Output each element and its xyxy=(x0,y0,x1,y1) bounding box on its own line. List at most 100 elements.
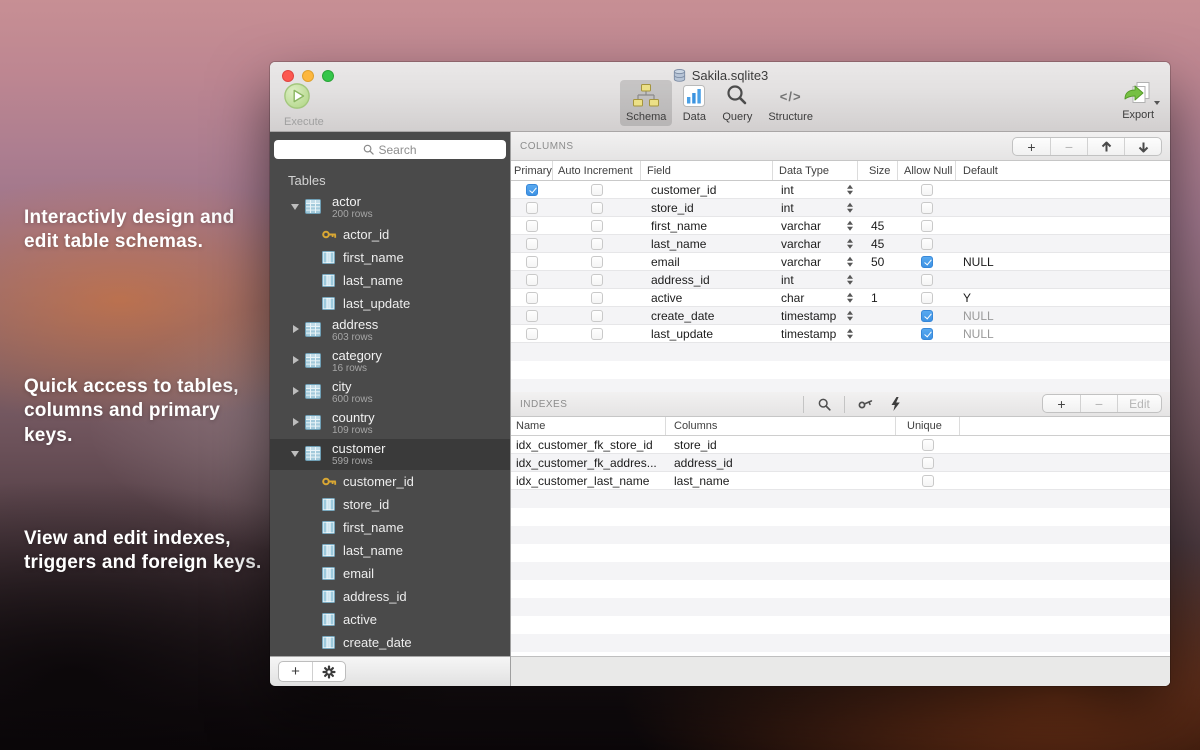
disclosure-triangle[interactable] xyxy=(293,418,299,426)
disclosure-triangle[interactable] xyxy=(293,387,299,395)
column-name: customer_id xyxy=(343,474,414,489)
data-type-stepper[interactable] xyxy=(847,220,853,231)
foreign-keys-button[interactable] xyxy=(854,398,876,411)
unique-checkbox[interactable] xyxy=(922,457,934,469)
data-type-stepper[interactable] xyxy=(847,274,853,285)
disclosure-triangle[interactable] xyxy=(293,325,299,333)
auto-increment-checkbox[interactable] xyxy=(591,292,603,304)
indexes-panel-title: INDEXES xyxy=(511,399,567,410)
data-type-stepper[interactable] xyxy=(847,238,853,249)
remove-column-button[interactable]: − xyxy=(1050,138,1087,155)
auto-increment-checkbox[interactable] xyxy=(591,274,603,286)
auto-increment-checkbox[interactable] xyxy=(591,238,603,250)
primary-checkbox[interactable] xyxy=(526,184,538,196)
auto-increment-checkbox[interactable] xyxy=(591,310,603,322)
sidebar-column-item[interactable]: create_date xyxy=(270,631,510,654)
add-table-button[interactable]: + xyxy=(279,662,312,681)
auto-increment-checkbox[interactable] xyxy=(591,220,603,232)
primary-checkbox[interactable] xyxy=(526,274,538,286)
sidebar-column-item[interactable]: actor_id xyxy=(270,223,510,246)
tab-structure[interactable]: </> Structure xyxy=(762,80,819,126)
columns-table-row[interactable]: address_id int xyxy=(511,271,1170,289)
header-index-name: Name xyxy=(511,417,666,435)
columns-table-row[interactable]: last_update timestamp NULL xyxy=(511,325,1170,343)
sidebar-column-item[interactable]: first_name xyxy=(270,516,510,539)
move-column-down-button[interactable] xyxy=(1124,138,1161,155)
data-type-stepper[interactable] xyxy=(847,184,853,195)
sidebar-column-item[interactable]: store_id xyxy=(270,493,510,516)
allow-null-checkbox[interactable] xyxy=(921,238,933,250)
data-type-stepper[interactable] xyxy=(847,310,853,321)
sidebar-settings-button[interactable] xyxy=(312,662,345,681)
primary-checkbox[interactable] xyxy=(526,256,538,268)
sidebar-column-item[interactable]: active xyxy=(270,608,510,631)
sidebar-table-item[interactable]: city 600 rows xyxy=(270,377,510,408)
primary-checkbox[interactable] xyxy=(526,328,538,340)
remove-index-button[interactable]: − xyxy=(1080,395,1117,412)
sidebar-column-item[interactable]: last_name xyxy=(270,269,510,292)
disclosure-triangle[interactable] xyxy=(291,451,299,457)
sidebar-table-item[interactable]: actor 200 rows xyxy=(270,192,510,223)
data-type-value: varchar xyxy=(781,219,821,233)
data-type-stepper[interactable] xyxy=(847,292,853,303)
sidebar-table-item[interactable]: customer 599 rows xyxy=(270,439,510,470)
sidebar-table-item[interactable]: address 603 rows xyxy=(270,315,510,346)
field-name: create_date xyxy=(641,309,773,323)
sidebar-column-item[interactable]: customer_id xyxy=(270,470,510,493)
columns-empty-rows xyxy=(511,343,1170,392)
primary-checkbox[interactable] xyxy=(526,310,538,322)
tab-query[interactable]: Query xyxy=(716,80,758,126)
sidebar-column-item[interactable]: last_update xyxy=(270,292,510,315)
allow-null-checkbox[interactable] xyxy=(921,310,933,322)
columns-table-row[interactable]: store_id int xyxy=(511,199,1170,217)
indexes-table-row[interactable]: idx_customer_last_name last_name xyxy=(511,472,1170,490)
allow-null-checkbox[interactable] xyxy=(921,220,933,232)
indexes-search-button[interactable] xyxy=(813,398,835,411)
data-type-stepper[interactable] xyxy=(847,202,853,213)
export-button[interactable]: Export xyxy=(1122,80,1154,121)
search-input[interactable]: Search xyxy=(274,140,506,159)
sidebar-table-item[interactable]: country 109 rows xyxy=(270,408,510,439)
triggers-button[interactable] xyxy=(884,397,906,411)
auto-increment-checkbox[interactable] xyxy=(591,184,603,196)
primary-checkbox[interactable] xyxy=(526,238,538,250)
allow-null-checkbox[interactable] xyxy=(921,184,933,196)
indexes-table-row[interactable]: idx_customer_fk_store_id store_id xyxy=(511,436,1170,454)
primary-checkbox[interactable] xyxy=(526,292,538,304)
allow-null-checkbox[interactable] xyxy=(921,202,933,214)
unique-checkbox[interactable] xyxy=(922,475,934,487)
columns-table-row[interactable]: last_name varchar 45 xyxy=(511,235,1170,253)
auto-increment-checkbox[interactable] xyxy=(591,256,603,268)
primary-checkbox[interactable] xyxy=(526,202,538,214)
sidebar-table-item[interactable]: category 16 rows xyxy=(270,346,510,377)
allow-null-checkbox[interactable] xyxy=(921,256,933,268)
allow-null-checkbox[interactable] xyxy=(921,328,933,340)
auto-increment-checkbox[interactable] xyxy=(591,202,603,214)
allow-null-checkbox[interactable] xyxy=(921,292,933,304)
sidebar-column-item[interactable]: first_name xyxy=(270,246,510,269)
sidebar-column-item[interactable]: email xyxy=(270,562,510,585)
disclosure-triangle[interactable] xyxy=(293,356,299,364)
columns-table-row[interactable]: create_date timestamp NULL xyxy=(511,307,1170,325)
sidebar-column-item[interactable]: last_name xyxy=(270,539,510,562)
unique-checkbox[interactable] xyxy=(922,439,934,451)
columns-table-row[interactable]: email varchar 50 NULL xyxy=(511,253,1170,271)
columns-table-row[interactable]: customer_id int xyxy=(511,181,1170,199)
tab-schema[interactable]: Schema xyxy=(620,80,672,126)
edit-index-button[interactable]: Edit xyxy=(1117,395,1161,412)
columns-table-row[interactable]: first_name varchar 45 xyxy=(511,217,1170,235)
add-column-button[interactable]: + xyxy=(1013,138,1050,155)
disclosure-triangle[interactable] xyxy=(291,204,299,210)
move-column-up-button[interactable] xyxy=(1087,138,1124,155)
allow-null-checkbox[interactable] xyxy=(921,274,933,286)
indexes-table-row[interactable]: idx_customer_fk_addres... address_id xyxy=(511,454,1170,472)
columns-table-row[interactable]: active char 1 Y xyxy=(511,289,1170,307)
auto-increment-checkbox[interactable] xyxy=(591,328,603,340)
sidebar-column-item[interactable]: address_id xyxy=(270,585,510,608)
tab-data[interactable]: Data xyxy=(676,80,712,126)
add-index-button[interactable]: + xyxy=(1043,395,1080,412)
primary-checkbox[interactable] xyxy=(526,220,538,232)
data-type-stepper[interactable] xyxy=(847,328,853,339)
data-type-stepper[interactable] xyxy=(847,256,853,267)
execute-button[interactable]: Execute xyxy=(283,82,341,128)
